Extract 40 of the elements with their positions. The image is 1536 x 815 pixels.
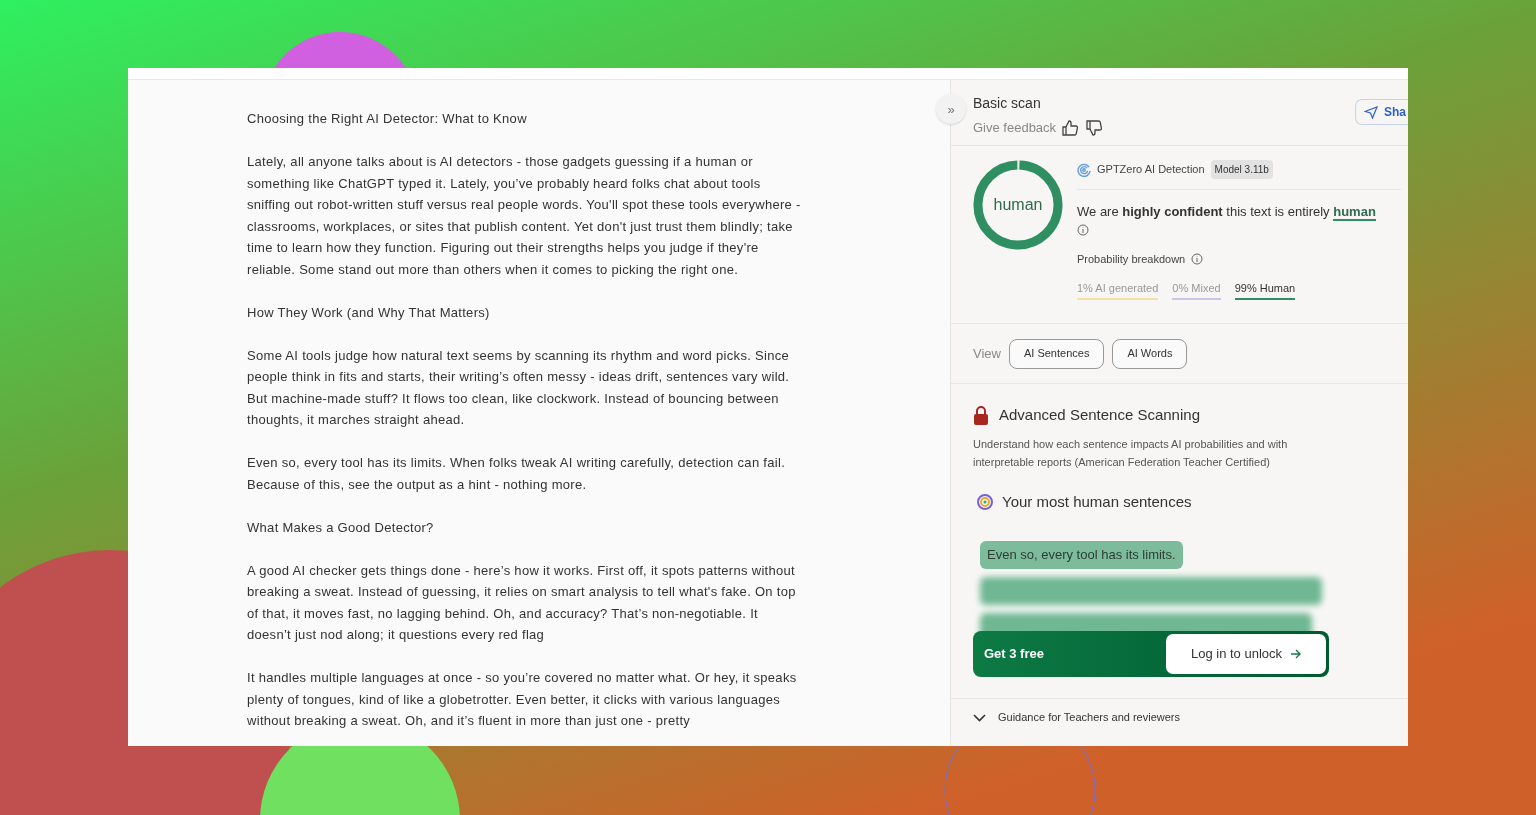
section-title: Advanced Sentence Scanning bbox=[999, 405, 1200, 425]
verdict-label: human bbox=[993, 195, 1043, 215]
paragraph: Even so, every tool has its limits. When folks tweak AI writing carefully, detection can fail. Because of this, see the output as a hint - nothing more. bbox=[247, 454, 787, 494]
paragraph: Some AI tools judge how natural text seems by scanning its rhythm and word picks. Since people think in fits and starts, their writing’s often messy - ideas drift, sentences vary wild. But machine-made stuff? It flows too clean, like clockwork. Instead of bouncing between thoughts, it marches straight ahead. bbox=[247, 346, 791, 429]
section-description: Understand how each sentence impacts AI probabilities and with interpretable reports (American Federation Teacher Certified) bbox=[973, 436, 1289, 470]
share-button[interactable]: Sha bbox=[1355, 99, 1408, 125]
padlock-icon bbox=[973, 405, 989, 425]
detector-name: GPTZero AI Detection bbox=[1097, 162, 1205, 178]
send-icon bbox=[1364, 105, 1378, 119]
view-label: View bbox=[973, 344, 1001, 363]
feedback-label: Give feedback bbox=[973, 119, 1057, 137]
breakdown-value: 1% AI generated bbox=[1077, 279, 1159, 300]
breakdown-value: 99% Human bbox=[1234, 279, 1296, 300]
sentence-highlight: Even so, every tool has its limits. bbox=[980, 541, 1183, 569]
thumbs-down-icon[interactable] bbox=[1086, 119, 1105, 136]
ring-logo-icon bbox=[976, 492, 994, 511]
guidance-toggle[interactable]: Guidance for Teachers and reviewers bbox=[951, 698, 1408, 736]
paragraph: Choosing the Right AI Detector: What to Know bbox=[247, 110, 528, 128]
breakdown-value: 0% Mixed bbox=[1172, 279, 1221, 300]
panel-title: Basic scan bbox=[973, 94, 1042, 113]
info-icon[interactable] bbox=[1191, 253, 1204, 266]
paragraph: It handles multiple languages at once - so you’re covered no matter what. Or hey, it speaks plenty of tongues, kind of like a globetrotter. Even better, it clicks with various languages without breaking a sweat. Oh, and it’s fluent in more than just one - pretty bbox=[247, 669, 798, 730]
thumbs-up-icon[interactable] bbox=[1062, 119, 1081, 136]
paragraph: A good AI checker gets things done - here’s how it works. First off, it spots patterns without breaking a sweat. Instead of guessing, it relies on smart analysis to tell what's fake. On top of that, it moves fast, no lagging behind. Oh, and accuracy? That’s non-negotiable. It doesn’t just nod along; it questions every red flag bbox=[247, 561, 797, 644]
section-title: Your most human sentences bbox=[1002, 491, 1192, 512]
verdict-result: human bbox=[1333, 204, 1376, 221]
breakdown-label: Probability breakdown bbox=[1077, 252, 1186, 267]
model-badge: Model 3.11b bbox=[1210, 160, 1273, 179]
info-icon[interactable] bbox=[1077, 224, 1089, 236]
arrow-right-icon bbox=[1290, 649, 1302, 659]
unlock-offer: Get 3 free bbox=[984, 645, 1044, 664]
view-option-button[interactable]: AI Words bbox=[1112, 338, 1188, 369]
spiral-logo-icon bbox=[1077, 162, 1091, 177]
paragraph: What Makes a Good Detector? bbox=[247, 518, 435, 537]
confidence-summary: We are highly confident this text is entirely bbox=[1077, 204, 1330, 219]
collapse-button[interactable]: » bbox=[936, 94, 966, 124]
view-option-button[interactable]: AI Sentences bbox=[1008, 338, 1105, 369]
paragraph: Lately, all anyone talks about is AI detectors - those gadgets guessing if a human or something like ChatGPT typed it. Lately, you’ve probably heard folks chat about tools sniffing out robot-written stuff versus real people words. You'll spot these tools everywhere - classrooms, workplaces, or sites that publish content. Yet don't just trust them blindly; take time to learn how they function. Figuring out their strengths helps you judge if they're reliable. Some stand out more than others when it comes to picking the right one. bbox=[247, 153, 802, 279]
paragraph: How They Work (and Why That Matters) bbox=[247, 303, 491, 322]
log-in-button[interactable]: Log in to unlock bbox=[1166, 634, 1326, 674]
